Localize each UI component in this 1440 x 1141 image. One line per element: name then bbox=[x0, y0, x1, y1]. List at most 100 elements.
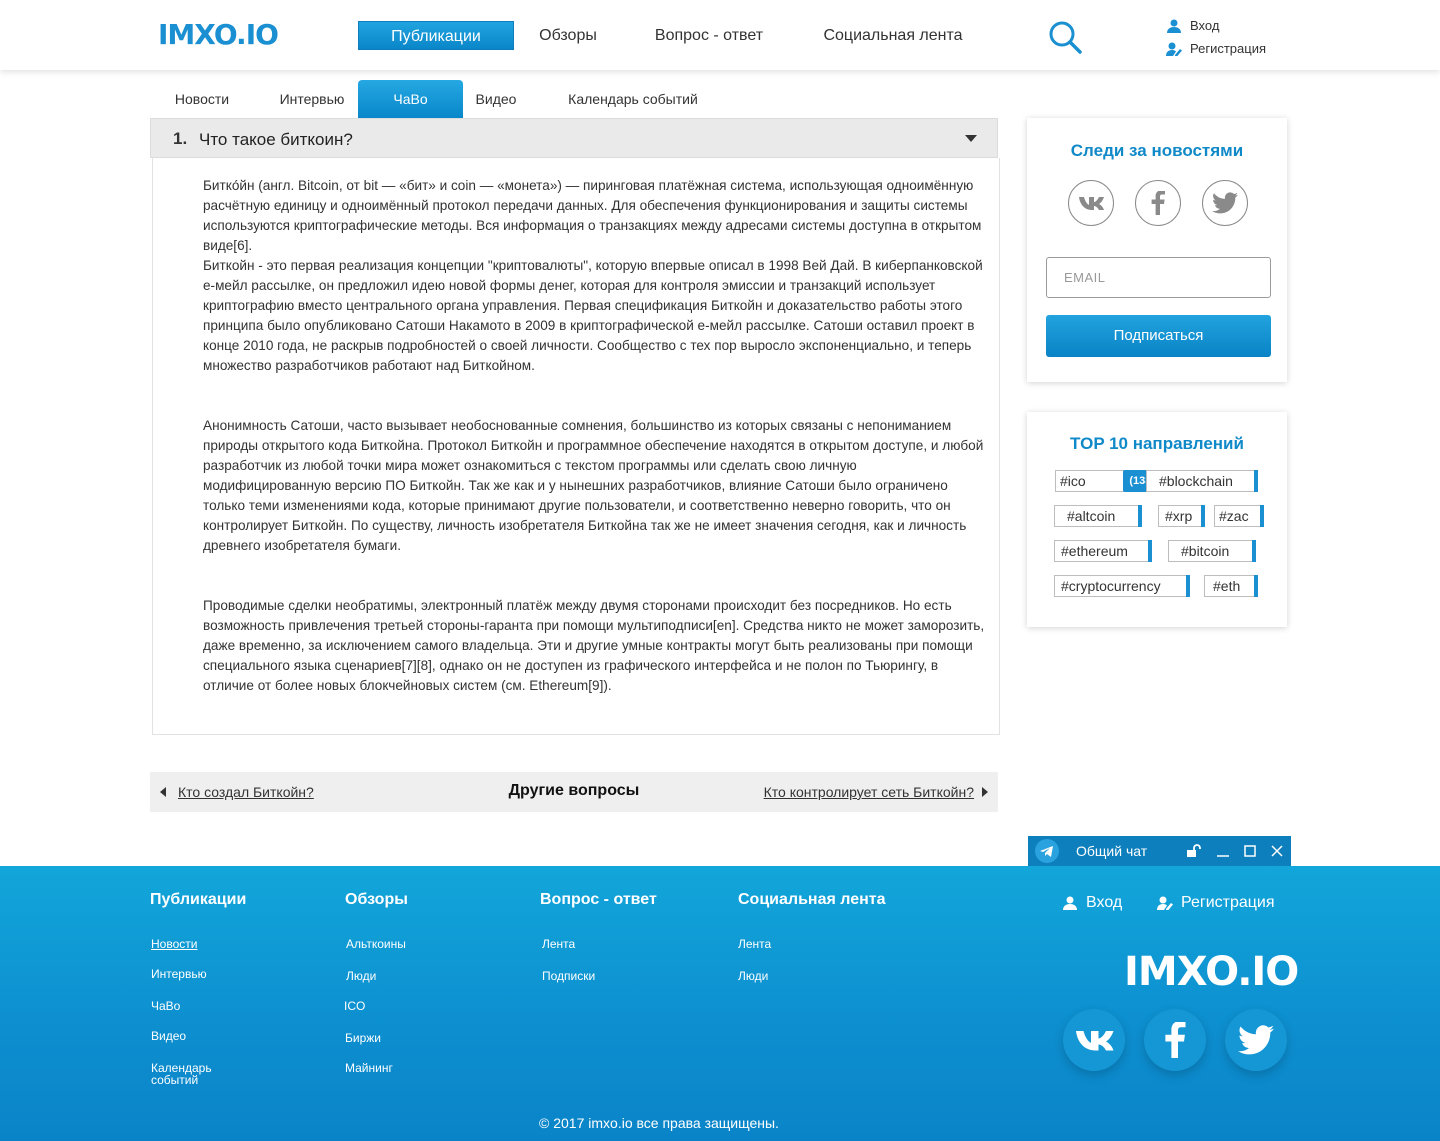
footer-link[interactable]: Календарь событий bbox=[151, 1062, 231, 1086]
tag-marker bbox=[1254, 470, 1258, 492]
answer-body: Битко́йн (англ. Bitcoin, от bit — «бит» … bbox=[152, 158, 1000, 735]
email-field[interactable]: EMAIL bbox=[1046, 257, 1271, 298]
tag-xrp[interactable]: #xrp bbox=[1158, 505, 1205, 527]
tag-eth[interactable]: #eth bbox=[1204, 575, 1258, 597]
tag-altcoin[interactable]: #altcoin bbox=[1054, 505, 1142, 527]
question-pager: Кто создал Биткойн? Другие вопросы Кто к… bbox=[150, 772, 998, 812]
footer-col-title: Публикации bbox=[150, 891, 247, 908]
chat-bar[interactable]: Общий чат bbox=[1028, 836, 1291, 866]
twitter-icon[interactable] bbox=[1202, 180, 1248, 226]
footer-link[interactable]: ICO bbox=[344, 1000, 365, 1012]
arrow-right-icon bbox=[982, 787, 988, 797]
nav-qa[interactable]: Вопрос - ответ bbox=[640, 21, 778, 50]
user-icon bbox=[1063, 896, 1077, 910]
search-icon[interactable] bbox=[1048, 20, 1082, 54]
tag-zac[interactable]: #zac bbox=[1214, 505, 1264, 527]
login-link[interactable]: Вход bbox=[1166, 18, 1219, 34]
footer-register-link[interactable]: Регистрация bbox=[1157, 894, 1275, 912]
register-icon bbox=[1166, 42, 1182, 56]
tag-label: #altcoin bbox=[1067, 508, 1116, 524]
site-logo[interactable]: IMXO.IO bbox=[158, 18, 279, 52]
chevron-down-icon[interactable] bbox=[965, 135, 977, 142]
tab-news[interactable]: Новости bbox=[160, 80, 244, 118]
footer-link[interactable]: Лента bbox=[542, 938, 575, 950]
tag-label: #xrp bbox=[1165, 508, 1193, 524]
minimize-icon[interactable] bbox=[1217, 845, 1229, 857]
register-link[interactable]: Регистрация bbox=[1166, 41, 1266, 57]
close-icon[interactable] bbox=[1271, 845, 1283, 857]
subscribe-title: Следи за новостями bbox=[1070, 141, 1244, 160]
subscribe-card: Следи за новостями EMAIL Подписаться bbox=[1027, 118, 1287, 382]
tag-label: #ethereum bbox=[1061, 543, 1128, 559]
footer-link[interactable]: Новости bbox=[151, 938, 197, 950]
footer-register-label: Регистрация bbox=[1181, 894, 1275, 911]
tag-ethereum[interactable]: #ethereum bbox=[1054, 540, 1152, 562]
subscribe-button[interactable]: Подписаться bbox=[1046, 315, 1271, 357]
footer-col-title: Вопрос - ответ bbox=[540, 891, 657, 908]
site-footer: Публикации Новости Интервью ЧаВо Видео К… bbox=[0, 866, 1440, 1141]
nav-publications[interactable]: Публикации bbox=[358, 21, 514, 50]
footer-link[interactable]: Альткоины bbox=[346, 938, 406, 950]
register-icon bbox=[1157, 896, 1173, 910]
facebook-icon[interactable] bbox=[1144, 1009, 1206, 1071]
register-label: Регистрация bbox=[1190, 41, 1266, 56]
tab-faq[interactable]: ЧаВо bbox=[358, 80, 463, 118]
footer-link[interactable]: Лента bbox=[738, 938, 771, 950]
tag-label: #eth bbox=[1213, 578, 1241, 594]
footer-col-title: Обзоры bbox=[345, 891, 408, 908]
answer-paragraph: Анонимность Сатоши, часто вызывает необо… bbox=[203, 418, 984, 553]
tag-bitcoin[interactable]: #bitcoin bbox=[1168, 540, 1256, 562]
footer-link[interactable]: Подписки bbox=[542, 970, 595, 982]
tag-marker bbox=[1186, 575, 1190, 597]
question-number: 1. bbox=[173, 129, 188, 148]
footer-logo[interactable]: IMXO.IO bbox=[1124, 948, 1299, 996]
footer-link[interactable]: Интервью bbox=[151, 968, 207, 980]
tag-marker bbox=[1254, 575, 1258, 597]
footer-login-link[interactable]: Вход bbox=[1062, 894, 1122, 912]
tag-label: #ico bbox=[1060, 473, 1086, 489]
next-question-label: Кто контролирует сеть Биткойн? bbox=[763, 784, 974, 800]
tag-label: #zac bbox=[1219, 508, 1249, 524]
twitter-icon[interactable] bbox=[1225, 1009, 1287, 1071]
tag-marker bbox=[1201, 505, 1205, 527]
copyright: © 2017 imxo.io все права защищены. bbox=[539, 1115, 779, 1131]
tag-label: #bitcoin bbox=[1181, 543, 1230, 559]
top10-title: TOP 10 направлений bbox=[1070, 434, 1244, 453]
maximize-icon[interactable] bbox=[1244, 845, 1256, 857]
lock-icon[interactable] bbox=[1186, 844, 1202, 858]
site-header: IMXO.IO Публикации Обзоры Вопрос - ответ… bbox=[0, 0, 1440, 70]
tag-cryptocurrency[interactable]: #cryptocurrency bbox=[1054, 575, 1190, 597]
tag-label: #cryptocurrency bbox=[1061, 578, 1161, 594]
vk-icon[interactable] bbox=[1068, 180, 1114, 226]
top10-card: TOP 10 направлений #ico (133) #blockchain… bbox=[1027, 412, 1287, 627]
answer-paragraph: Проводимые сделки необратимы, электронны… bbox=[203, 598, 985, 693]
tab-interview[interactable]: Интервью bbox=[268, 80, 356, 118]
footer-login-label: Вход bbox=[1086, 894, 1123, 911]
nav-reviews[interactable]: Обзоры bbox=[528, 21, 608, 50]
tag-marker bbox=[1260, 505, 1264, 527]
user-icon bbox=[1167, 19, 1181, 33]
tab-video[interactable]: Видео bbox=[466, 80, 526, 118]
tag-marker bbox=[1148, 540, 1152, 562]
answer-paragraph: Биткойн - это первая реализация концепци… bbox=[203, 258, 983, 373]
vk-icon[interactable] bbox=[1063, 1009, 1125, 1071]
telegram-icon bbox=[1035, 839, 1059, 863]
footer-link[interactable]: ЧаВо bbox=[151, 1000, 180, 1012]
tag-marker bbox=[1252, 540, 1256, 562]
answer-paragraph: Битко́йн (англ. Bitcoin, от bit — «бит» … bbox=[203, 178, 982, 253]
tag-label: #blockchain bbox=[1159, 473, 1233, 489]
footer-link[interactable]: Люди bbox=[346, 970, 376, 982]
nav-social-feed[interactable]: Социальная лента bbox=[812, 21, 974, 50]
tab-events-calendar[interactable]: Календарь событий bbox=[554, 80, 712, 118]
footer-link[interactable]: Майнинг bbox=[345, 1062, 393, 1074]
footer-link[interactable]: Биржи bbox=[345, 1032, 381, 1044]
next-question-link[interactable]: Кто контролирует сеть Биткойн? bbox=[764, 784, 988, 800]
footer-link[interactable]: Люди bbox=[738, 970, 768, 982]
tag-marker bbox=[1138, 505, 1142, 527]
footer-col-title: Социальная лента bbox=[738, 891, 886, 908]
facebook-icon[interactable] bbox=[1135, 180, 1181, 226]
question-header[interactable]: 1. Что такое биткоин? bbox=[150, 118, 998, 158]
footer-link[interactable]: Видео bbox=[151, 1030, 186, 1042]
tag-blockchain[interactable]: #blockchain bbox=[1146, 470, 1258, 492]
login-label: Вход bbox=[1190, 18, 1220, 33]
